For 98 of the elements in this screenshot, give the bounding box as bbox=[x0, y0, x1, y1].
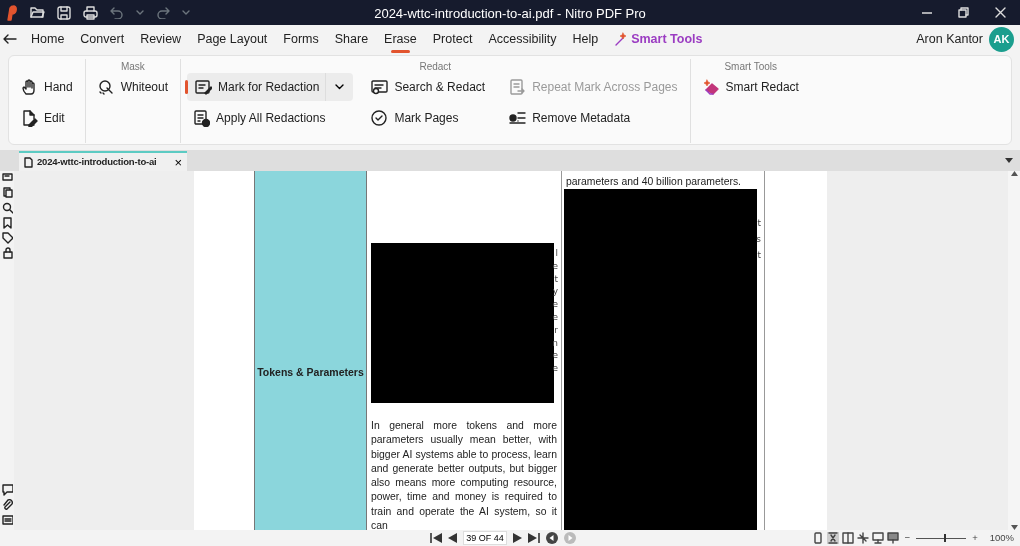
menu-tab[interactable]: Erase bbox=[376, 27, 425, 51]
layers-icon[interactable] bbox=[1, 514, 13, 526]
circle-check-icon bbox=[371, 109, 389, 127]
text-fragment: l bbox=[555, 247, 558, 260]
group-label: Mask bbox=[120, 61, 145, 72]
next-page-icon[interactable] bbox=[513, 533, 522, 543]
group-label: Smart Tools bbox=[724, 61, 778, 72]
list-icon bbox=[509, 109, 527, 127]
paragraph: In general more tokens and more parameters usually mean better, with bigger AI systems able to process, learn and generate better outputs, but bigger also means more computing resource, power, time and money is required to train and operate the AI system, so it can bbox=[371, 419, 557, 530]
print-icon[interactable] bbox=[83, 5, 98, 20]
back-arrow-icon[interactable] bbox=[3, 33, 17, 45]
tab-close-button[interactable]: × bbox=[174, 155, 182, 169]
close-icon[interactable] bbox=[995, 7, 1006, 18]
ribbon-button[interactable]: Apply All Redactions bbox=[187, 104, 332, 132]
document-pen-icon bbox=[195, 78, 213, 96]
menu-tab[interactable]: Home bbox=[23, 27, 73, 51]
last-page-icon[interactable] bbox=[528, 533, 540, 543]
fit-width-icon[interactable] bbox=[826, 532, 839, 544]
ribbon-button[interactable]: Search & Redact bbox=[365, 73, 492, 101]
document-tab[interactable]: 2024-wttc-introduction-to-ai × bbox=[19, 151, 187, 171]
dropdown-button[interactable] bbox=[325, 73, 354, 101]
text-fragment: e bbox=[552, 311, 558, 324]
group-label: Redact bbox=[419, 61, 452, 72]
menu-tab[interactable]: Forms bbox=[275, 27, 327, 51]
search-icon[interactable] bbox=[1, 202, 13, 214]
text-fragment: r bbox=[554, 323, 558, 337]
thumbnail-icon[interactable] bbox=[1, 172, 13, 184]
back-circle-icon[interactable] bbox=[546, 532, 558, 544]
ribbon-button[interactable]: Whiteout bbox=[91, 73, 175, 101]
ribbon-button[interactable]: Mark Pages bbox=[365, 104, 465, 132]
comment-icon[interactable] bbox=[1, 484, 13, 496]
single-page-icon[interactable] bbox=[811, 532, 824, 544]
eraser-sparkle-icon bbox=[702, 78, 720, 96]
ribbon-button[interactable]: Mark for Redaction bbox=[187, 73, 326, 101]
undo-icon[interactable] bbox=[110, 6, 124, 19]
menu-tab[interactable]: Protect bbox=[424, 27, 481, 51]
tag-icon[interactable] bbox=[1, 232, 13, 244]
menu-tab[interactable]: Accessibility bbox=[480, 27, 565, 51]
presentation-icon[interactable] bbox=[886, 532, 899, 544]
window-title: 2024-wttc-introduction-to-ai.pdf - Nitro PDF Pro bbox=[374, 6, 646, 21]
edit-document-icon bbox=[21, 109, 38, 127]
zoom-percent: 100% bbox=[989, 530, 1014, 545]
previous-page-icon[interactable] bbox=[448, 533, 457, 543]
save-icon[interactable] bbox=[57, 5, 71, 20]
pages-icon[interactable] bbox=[1, 187, 13, 199]
first-page-icon[interactable] bbox=[430, 533, 442, 543]
zoom-slider[interactable] bbox=[916, 532, 967, 544]
text-fragment: y bbox=[552, 285, 558, 299]
paragraph: parameters and 40 billion parameters. bbox=[566, 175, 742, 189]
chevron-down-icon bbox=[335, 84, 345, 90]
hand-icon bbox=[21, 78, 38, 96]
document-icon bbox=[24, 156, 33, 168]
text-fragment: t bbox=[757, 217, 761, 230]
text-fragment: s bbox=[756, 233, 761, 246]
menu-tab[interactable]: Page Layout bbox=[189, 27, 276, 51]
paperclip-icon[interactable] bbox=[1, 499, 13, 511]
text-fragment: e bbox=[552, 259, 558, 273]
zoom-in-button[interactable]: + bbox=[972, 530, 978, 546]
page-number-field[interactable]: 39 OF 44 bbox=[463, 531, 507, 545]
monitor-icon[interactable] bbox=[871, 532, 884, 544]
ribbon-button[interactable]: Smart Redact bbox=[696, 73, 805, 101]
menu-tab[interactable]: Convert bbox=[72, 27, 133, 51]
user-name: Aron Kantor bbox=[916, 30, 983, 48]
sparkle-wand-icon bbox=[614, 32, 629, 46]
scroll-down-icon bbox=[1010, 525, 1018, 530]
scrollbar[interactable] bbox=[1008, 171, 1020, 530]
ribbon-button[interactable]: Edit bbox=[15, 104, 71, 132]
redo-icon[interactable] bbox=[156, 6, 170, 19]
row-heading: Tokens & Parameters bbox=[257, 364, 364, 380]
menu-tab[interactable]: Review bbox=[132, 27, 190, 51]
chevron-down-icon[interactable] bbox=[136, 9, 144, 16]
ribbon-button[interactable]: Hand bbox=[15, 73, 79, 101]
eraser-icon bbox=[97, 78, 115, 96]
text-fragment: e bbox=[552, 349, 558, 363]
open-folder-icon[interactable] bbox=[30, 6, 45, 19]
fit-page-icon[interactable] bbox=[856, 532, 869, 544]
lock-icon[interactable] bbox=[1, 247, 13, 259]
text-fragment: e bbox=[552, 298, 558, 311]
tab-title: 2024-wttc-introduction-to-ai bbox=[37, 154, 157, 169]
text-fragment: e bbox=[552, 362, 558, 375]
repeat-document-icon bbox=[509, 78, 527, 96]
menu-tab[interactable]: Share bbox=[326, 27, 377, 51]
text-fragment: n bbox=[552, 336, 558, 350]
ribbon-button[interactable]: Remove Metadata bbox=[503, 104, 637, 132]
search-document-icon bbox=[371, 78, 389, 96]
zoom-out-button[interactable]: − bbox=[904, 530, 911, 546]
app-logo-icon bbox=[6, 4, 18, 21]
chevron-down-icon[interactable] bbox=[182, 9, 190, 16]
smart-tools-tab[interactable]: Smart Tools bbox=[606, 27, 711, 51]
text-fragment: t bbox=[757, 249, 761, 262]
text-fragment: t bbox=[554, 272, 558, 286]
menu-tab[interactable]: Help bbox=[564, 27, 607, 51]
restore-icon[interactable] bbox=[958, 7, 969, 18]
document-check-icon bbox=[193, 109, 211, 127]
dropdown-triangle-icon[interactable] bbox=[1005, 158, 1013, 163]
bookmark-icon[interactable] bbox=[1, 217, 13, 229]
two-page-icon[interactable] bbox=[841, 532, 854, 544]
slider-thumb[interactable] bbox=[943, 534, 946, 542]
